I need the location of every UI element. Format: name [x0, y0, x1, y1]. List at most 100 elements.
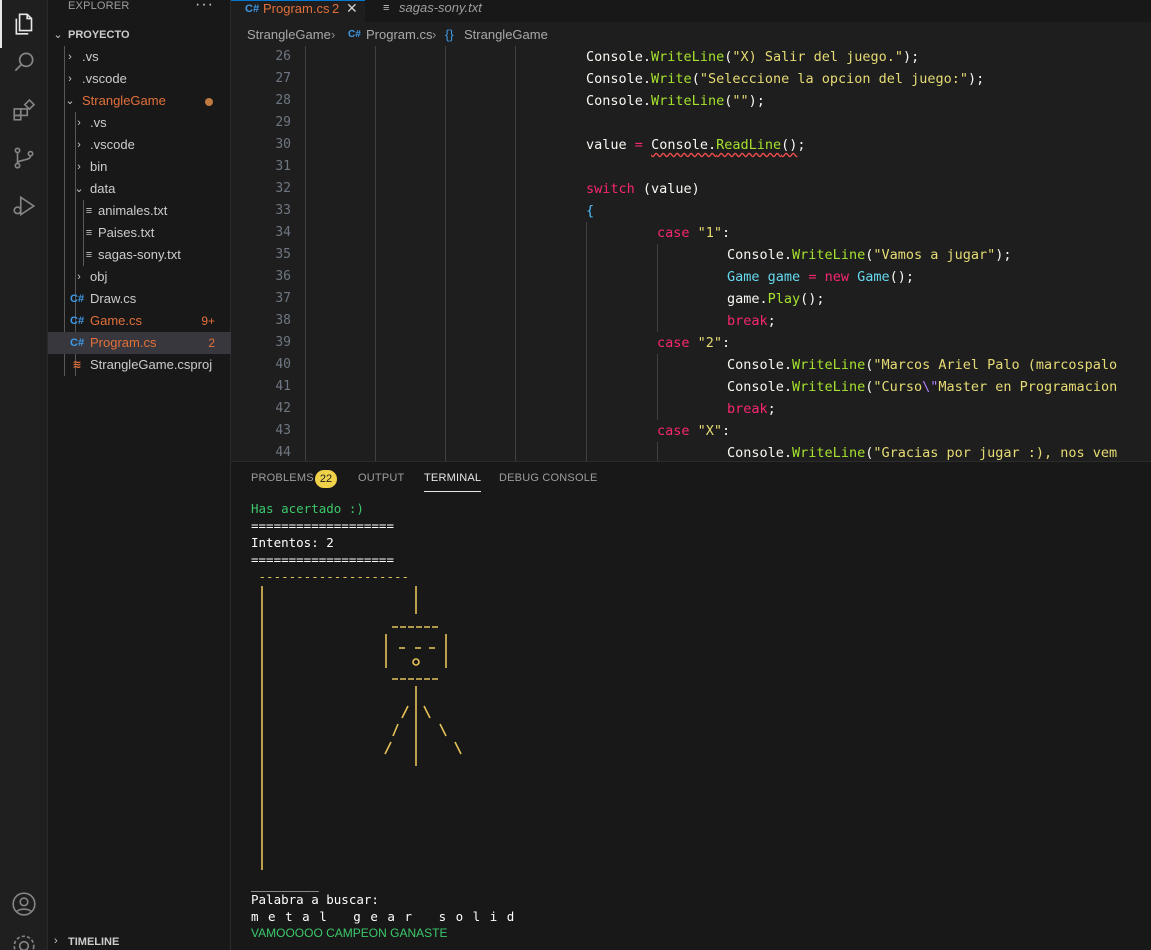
- chevron-down-icon: ⌄: [53, 29, 63, 41]
- code-line-41: Console.WriteLine("Curso\"Master en Prog…: [727, 379, 1118, 395]
- code-line-26: Console.WriteLine("X) Salir del juego.")…: [586, 49, 920, 65]
- chevron-right-icon: ›: [68, 73, 72, 85]
- close-icon[interactable]: ✕: [346, 0, 358, 16]
- tree-item-bin[interactable]: › bin: [48, 156, 231, 178]
- tab-problems[interactable]: PROBLEMS: [251, 472, 314, 492]
- tree-item-label: data: [90, 181, 116, 196]
- line-number: 39: [275, 335, 291, 350]
- section-proyecto[interactable]: ⌄ PROYECTO: [48, 24, 231, 46]
- indent-guide: [445, 46, 446, 461]
- terminal-line: ===================: [251, 552, 394, 567]
- line-number: 40: [275, 357, 291, 372]
- tree-item-csproj[interactable]: ≋ StrangleGame.csproj: [48, 354, 231, 376]
- tree-item-program[interactable]: C# Program.cs 2: [48, 332, 231, 354]
- csharp-file-icon: C#: [245, 3, 260, 15]
- tree-item-label: StrangleGame.csproj: [90, 357, 213, 372]
- tree-item-game[interactable]: C# Game.cs 9+: [48, 310, 231, 332]
- breadcrumb-item[interactable]: StrangleGame: [464, 24, 548, 46]
- tree-item-animales[interactable]: ≡ animales.txt: [48, 200, 231, 222]
- indent-guide: [305, 46, 306, 461]
- tree-item-label: .vscode: [82, 71, 127, 86]
- terminal-line: Has acertado :): [251, 501, 364, 516]
- breadcrumb-item[interactable]: StrangleGame: [247, 24, 331, 46]
- tree-item-draw[interactable]: C# Draw.cs: [48, 288, 231, 310]
- line-number: 37: [275, 291, 291, 306]
- hangman-figure: [261, 586, 462, 870]
- settings-gear-icon[interactable]: [0, 928, 48, 950]
- tree-item-sagas-sony[interactable]: ≡ sagas-sony.txt: [48, 244, 231, 266]
- code-line-37: game.Play();: [727, 291, 825, 307]
- line-number: 29: [275, 115, 291, 130]
- tree-item-label: StrangleGame: [82, 93, 166, 108]
- chevron-right-icon: ›: [68, 51, 72, 63]
- tree-item-vs[interactable]: › .vs: [48, 46, 231, 68]
- tab-output[interactable]: OUTPUT: [358, 472, 404, 492]
- tree-item-obj[interactable]: › obj: [48, 266, 231, 288]
- csharp-file-icon: C#: [348, 29, 361, 40]
- tree-item-label: sagas-sony.txt: [98, 247, 181, 262]
- chevron-right-icon: ›: [77, 271, 81, 283]
- tab-terminal[interactable]: TERMINAL: [424, 472, 482, 492]
- timeline-title: TIMELINE: [68, 936, 120, 948]
- tree-item-vs-nested[interactable]: › .vs: [48, 112, 231, 134]
- tree-item-label: obj: [90, 269, 108, 284]
- csharp-file-icon: C#: [70, 337, 85, 349]
- tab-program-cs[interactable]: C# Program.cs 2 ✕: [231, 0, 365, 22]
- search-icon[interactable]: [0, 38, 48, 86]
- line-number: 36: [275, 269, 291, 284]
- code-line-39: case "2":: [657, 335, 731, 351]
- code-line-33: {: [586, 203, 595, 219]
- text-file-icon: ≡: [85, 205, 93, 217]
- text-file-icon: ≡: [383, 2, 390, 14]
- line-number: 44: [275, 445, 291, 460]
- csharp-file-icon: C#: [70, 315, 85, 327]
- line-number: 42: [275, 401, 291, 416]
- tab-sagas-sony[interactable]: ≡ sagas-sony.txt: [367, 0, 497, 22]
- activity-bar: [0, 0, 48, 950]
- line-number: 28: [275, 93, 291, 108]
- timeline-section[interactable]: › TIMELINE: [48, 935, 231, 950]
- tree-item-stranglegame[interactable]: ⌄ StrangleGame: [48, 90, 231, 112]
- problem-count-badge: 9+: [201, 314, 215, 328]
- explorer-header: EXPLORER: [68, 0, 130, 12]
- code-line-40: Console.WriteLine("Marcos Ariel Palo (ma…: [727, 357, 1118, 373]
- tab-label: Program.cs: [263, 1, 330, 16]
- indent-guide: [657, 442, 658, 461]
- tree-item-label: Draw.cs: [90, 291, 137, 306]
- extensions-icon[interactable]: [0, 86, 48, 134]
- text-file-icon: ≡: [85, 227, 93, 239]
- indent-guide: [375, 46, 376, 461]
- line-number: 33: [275, 203, 291, 218]
- chevron-right-icon: ›: [432, 27, 437, 42]
- indent-guide: [515, 46, 516, 461]
- tree-item-label: bin: [90, 159, 108, 174]
- tree-item-label: Game.cs: [90, 313, 143, 328]
- tab-problem-badge: 2: [332, 1, 340, 16]
- problem-count-badge: 2: [208, 336, 215, 350]
- run-debug-icon[interactable]: [0, 182, 48, 230]
- tree-item-label: animales.txt: [98, 203, 168, 218]
- tree-item-data[interactable]: ⌄ data: [48, 178, 231, 200]
- code-line-44: Console.WriteLine("Gracias por jugar :),…: [727, 445, 1118, 461]
- line-number: 38: [275, 313, 291, 328]
- tree-item-label: .vs: [82, 49, 99, 64]
- terminal-win-message: VAMOOOOO CAMPEON GANASTE: [251, 926, 448, 940]
- explorer-sidebar: EXPLORER ··· ⌄ PROYECTO › .vs › .vscode …: [48, 0, 231, 950]
- breadcrumb-item[interactable]: Program.cs: [366, 24, 432, 46]
- tree-item-paises[interactable]: ≡ Paises.txt: [48, 222, 231, 244]
- editor-tabs: C# Program.cs 2 ✕ ≡ sagas-sony.txt: [231, 0, 1151, 22]
- code-editor[interactable]: 26 27 28 29 30 31 32 33 34 35 36 37 38 3…: [231, 46, 1151, 461]
- tree-item-vscode-nested[interactable]: › .vscode: [48, 134, 231, 156]
- tab-debug-console[interactable]: DEBUG CONSOLE: [499, 472, 598, 492]
- line-number: 35: [275, 247, 291, 262]
- text-file-icon: ≡: [85, 249, 93, 261]
- tree-item-vscode[interactable]: › .vscode: [48, 68, 231, 90]
- gallows-top: --------------------: [251, 569, 410, 584]
- more-actions-icon[interactable]: ···: [195, 0, 214, 14]
- account-icon[interactable]: [0, 880, 48, 928]
- bottom-panel: PROBLEMS 22 OUTPUT TERMINAL DEBUG CONSOL…: [231, 461, 1151, 950]
- source-control-icon[interactable]: [0, 134, 48, 182]
- line-number: 30: [275, 137, 291, 152]
- tree-item-label: Paises.txt: [98, 225, 155, 240]
- section-title: PROYECTO: [68, 29, 130, 41]
